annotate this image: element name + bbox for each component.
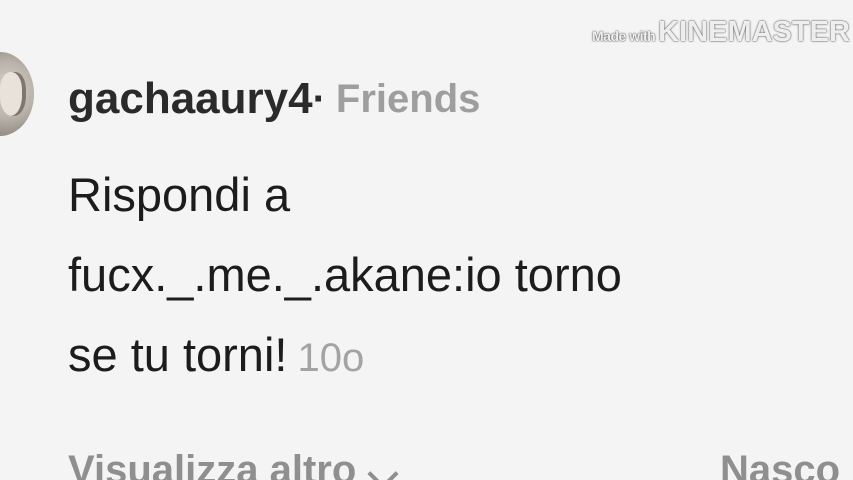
comment-line-3-text: se tu torni! <box>68 328 288 381</box>
comment-footer: Visualizza altro Nasco <box>68 448 853 480</box>
username-separator: · <box>312 76 326 121</box>
comment-line-3: se tu torni! 10o <box>68 315 838 395</box>
comment-text: Rispondi a fucx._.me._.akane:io torno se… <box>68 155 838 395</box>
comment-timestamp: 10o <box>297 336 365 380</box>
chevron-down-icon <box>367 457 399 480</box>
avatar-image <box>0 72 26 116</box>
view-more-replies-button[interactable]: Visualizza altro <box>68 448 399 480</box>
friends-label: Friends <box>335 76 481 121</box>
kinemaster-watermark: Made with KINEMASTER <box>592 16 850 56</box>
avatar[interactable] <box>0 52 34 136</box>
hide-replies-button[interactable]: Nasco <box>720 448 840 480</box>
comment-header: gachaaury4 · Friends <box>68 72 480 126</box>
comment-username[interactable]: gachaaury4 <box>68 74 313 124</box>
watermark-small-text: Made with <box>592 28 656 44</box>
view-more-label: Visualizza altro <box>68 448 357 480</box>
comment-line-2: fucx._.me._.akane:io torno <box>68 248 622 301</box>
comment-line-1: Rispondi a <box>68 168 291 221</box>
watermark-brand-text: KINEMASTER <box>658 16 850 48</box>
